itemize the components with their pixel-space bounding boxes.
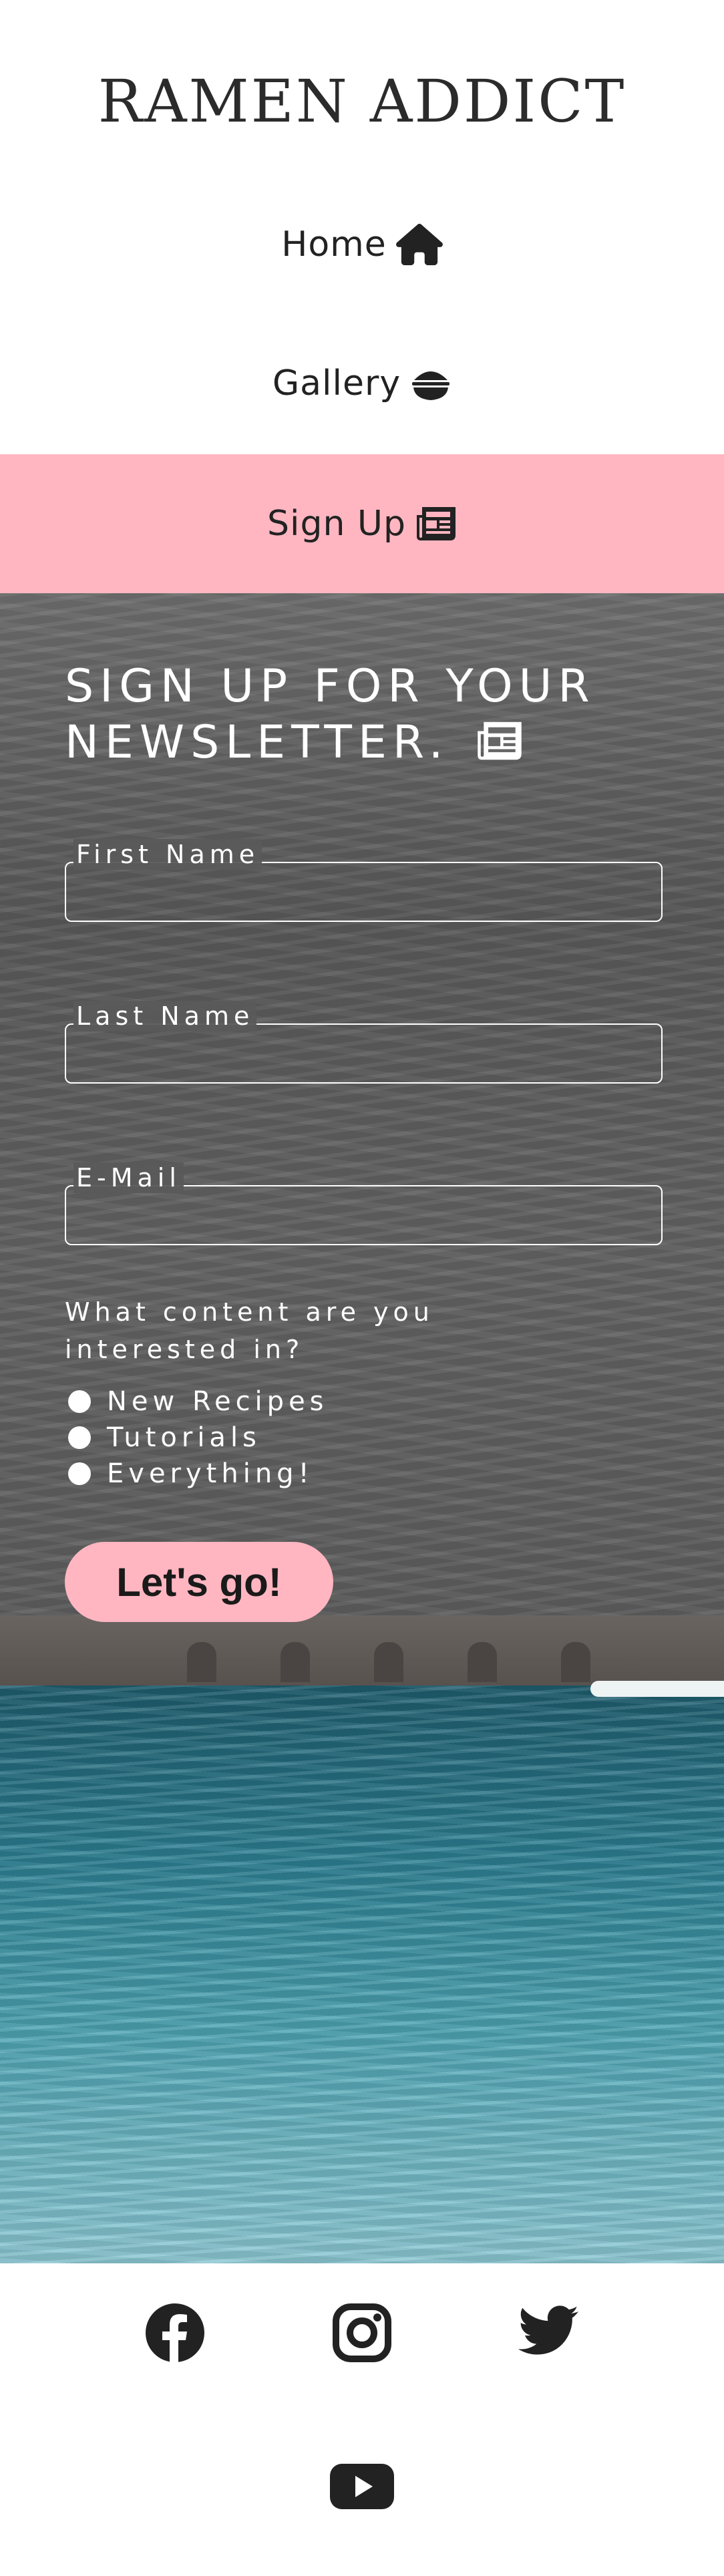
facebook-icon[interactable] [146, 2303, 204, 2365]
twitter-icon[interactable] [518, 2305, 578, 2358]
instagram-icon[interactable] [333, 2303, 391, 2365]
option-tutorials[interactable]: Tutorials [68, 1420, 261, 1455]
last-name-field[interactable] [65, 1023, 663, 1084]
youtube-icon[interactable] [330, 2464, 394, 2512]
email-field[interactable] [65, 1185, 663, 1245]
ramen-bowl-icon [410, 364, 451, 403]
site-header: RAMEN ADDICT Home Gallery Sign Up [0, 0, 724, 593]
option-label: Tutorials [107, 1422, 261, 1453]
newspaper-icon [476, 719, 523, 775]
nav-item-signup[interactable]: Sign Up [0, 454, 724, 593]
submit-button[interactable]: Let's go! [65, 1542, 333, 1622]
nav-item-gallery[interactable]: Gallery [0, 314, 724, 453]
nav-item-home-label: Home [281, 224, 387, 265]
signup-section: SIGN UP FOR YOUR NEWSLETTER. First Name … [0, 593, 724, 2263]
site-logo[interactable]: RAMEN ADDICT [0, 67, 724, 136]
form-title: SIGN UP FOR YOUR NEWSLETTER. [65, 659, 666, 775]
option-everything[interactable]: Everything! [68, 1456, 314, 1491]
email-label: E-Mail [73, 1162, 184, 1193]
background-pier [0, 1615, 724, 1685]
radio-button[interactable] [68, 1462, 91, 1485]
first-name-field[interactable] [65, 862, 663, 922]
background-wave [590, 1681, 724, 1697]
content-question: What content are you interested in? [65, 1297, 434, 1364]
home-icon [395, 224, 443, 265]
last-name-label: Last Name [73, 1001, 257, 1031]
nav-item-home[interactable]: Home [0, 175, 724, 314]
background-image-sea [0, 1685, 724, 2263]
nav-item-gallery-label: Gallery [272, 363, 401, 404]
newspaper-icon [415, 506, 457, 542]
option-label: Everything! [107, 1458, 314, 1489]
radio-button[interactable] [68, 1390, 91, 1413]
radio-button[interactable] [68, 1426, 91, 1449]
site-footer [0, 2263, 724, 2576]
option-label: New Recipes [107, 1386, 329, 1417]
option-new-recipes[interactable]: New Recipes [68, 1384, 329, 1419]
nav-item-signup-label: Sign Up [266, 504, 407, 544]
first-name-label: First Name [73, 839, 262, 870]
